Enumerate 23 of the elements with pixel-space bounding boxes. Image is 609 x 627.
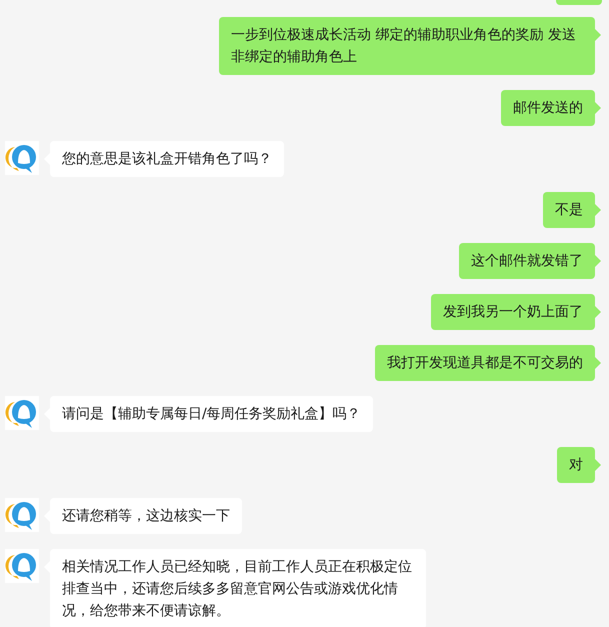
avatar-icon <box>5 498 39 532</box>
bubble-tail <box>595 255 601 267</box>
message-bubble: 还请您稍等，这边核实一下 <box>50 498 242 534</box>
message-bubble-edge <box>556 0 602 5</box>
message-bubble: 我打开发现道具都是不可交易的 <box>375 345 595 381</box>
bubble-tail <box>595 29 601 41</box>
bubble-tail <box>595 204 601 216</box>
bubble-tail <box>595 306 601 318</box>
message-bubble: 您的意思是该礼盒开错角色了吗？ <box>50 141 284 177</box>
bubble-tail <box>595 357 601 369</box>
avatar-icon <box>5 549 39 583</box>
message-bubble: 这个邮件就发错了 <box>459 243 595 279</box>
bubble-tail <box>595 459 601 471</box>
message-bubble: 不是 <box>543 192 595 228</box>
message-bubble: 请问是【辅助专属每日/每周任务奖励礼盒】吗？ <box>50 396 373 432</box>
bubble-tail <box>595 102 601 114</box>
message-bubble: 一步到位极速成长活动 绑定的辅助职业角色的奖励 发送非绑定的辅助角色上 <box>219 17 595 75</box>
avatar-icon <box>5 396 39 430</box>
message-bubble: 邮件发送的 <box>501 90 595 126</box>
avatar-icon <box>5 141 39 175</box>
message-bubble: 对 <box>557 447 595 483</box>
message-bubble: 相关情况工作人员已经知晓，目前工作人员正在积极定位排查当中，还请您后续多多留意官网公告或游戏优化情况，给您带来不便请谅解。 <box>50 549 426 627</box>
message-bubble: 发到我另一个奶上面了 <box>431 294 595 330</box>
